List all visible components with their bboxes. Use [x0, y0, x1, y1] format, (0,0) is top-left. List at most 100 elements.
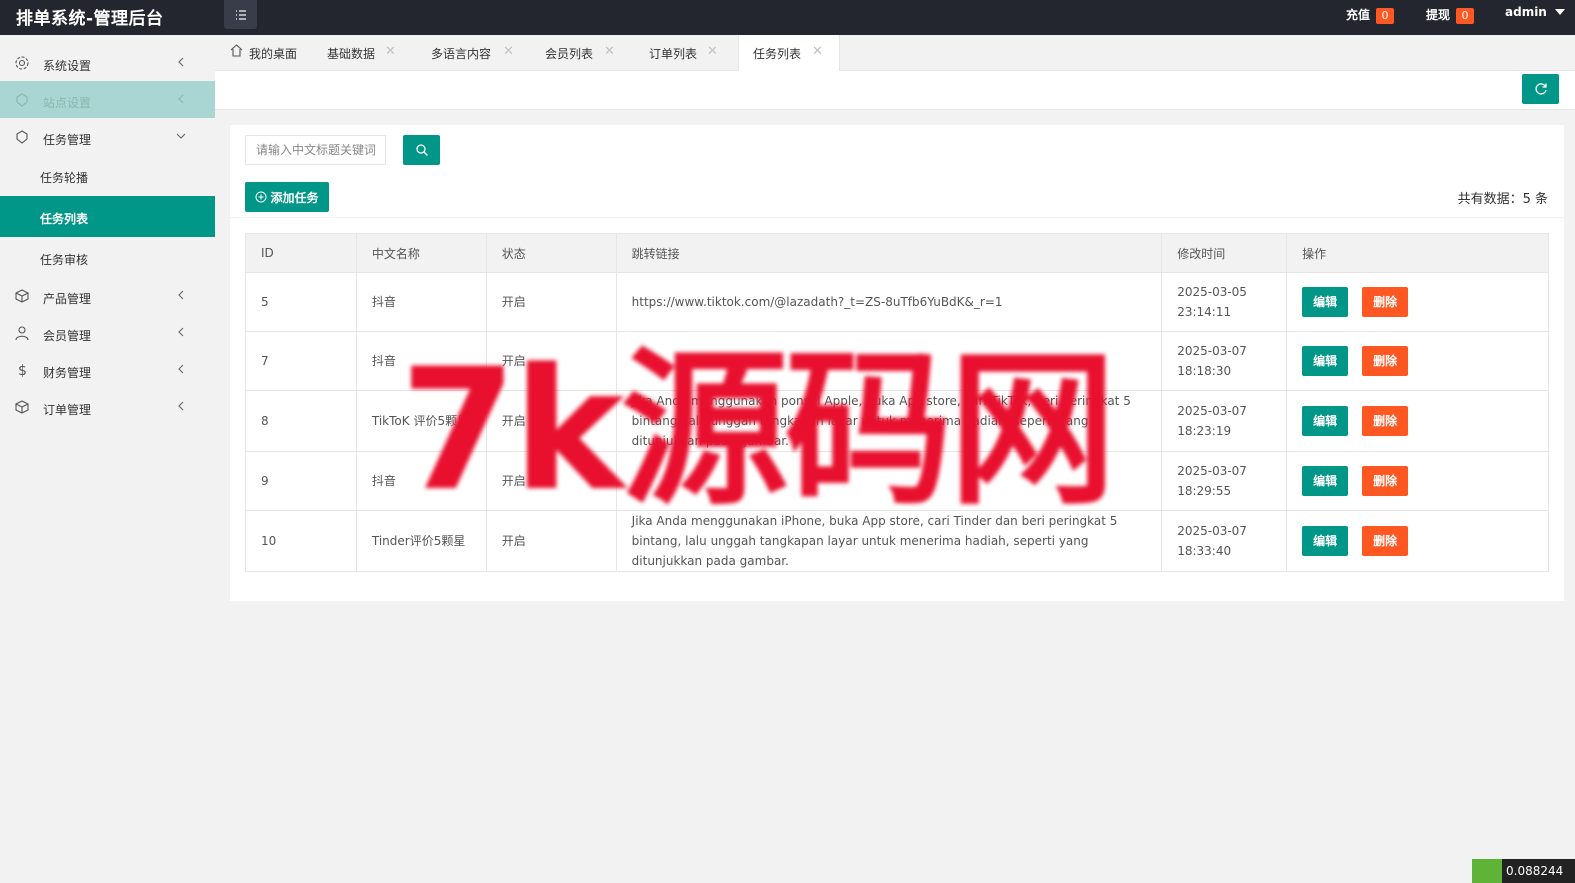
sidebar-item-label: 产品管理: [43, 292, 92, 306]
sidebar-item-order-management[interactable]: 订单管理: [0, 388, 215, 425]
chevron-left-icon: [178, 94, 184, 104]
add-task-button[interactable]: 添加任务: [245, 182, 329, 212]
column-header: ID: [245, 233, 357, 273]
tab-task-list[interactable]: 任务列表 ✕: [738, 35, 840, 72]
close-icon[interactable]: ✕: [503, 44, 514, 59]
page-toolbar: [215, 71, 1575, 110]
close-icon[interactable]: ✕: [812, 44, 823, 59]
debug-value: 0.088244: [1506, 864, 1564, 878]
sidebar-sub-label: 任务审核: [40, 253, 89, 267]
cell-name: TikToK 评价5颗星: [355, 390, 487, 452]
cube-icon: [15, 289, 29, 303]
withdraw-link[interactable]: 提现 0: [1426, 5, 1475, 24]
app-title: 排单系统-管理后台: [16, 9, 164, 29]
table-row: 7 抖音 开启 2025-03-07 18:18:30 编辑 删除: [245, 331, 1549, 391]
cell-name: 抖音: [355, 451, 487, 511]
tab-label: 订单列表: [649, 47, 698, 61]
total-count: 共有数据：5 条: [1457, 192, 1548, 207]
delete-button[interactable]: 删除: [1362, 526, 1409, 556]
sidebar-item-task-management[interactable]: 任务管理: [0, 118, 215, 155]
sidebar: 系统设置 站点设置 任务管理 任务轮播 任务列表 任务审核 产品管理 会员管理 …: [0, 35, 215, 883]
edit-button[interactable]: 编辑: [1302, 406, 1349, 436]
sidebar-item-label: 站点设置: [43, 96, 92, 110]
cell-status: 开启: [485, 331, 617, 391]
user-menu[interactable]: admin: [1505, 5, 1565, 19]
home-icon: [230, 44, 243, 57]
cell-link: [615, 451, 1163, 511]
cell-actions: 编辑 删除: [1286, 510, 1549, 572]
edit-button[interactable]: 编辑: [1302, 287, 1349, 317]
task-table: ID 中文名称 状态 跳转链接 修改时间 操作 5 抖音 开启 https://…: [245, 233, 1549, 572]
sidebar-sub-task-review[interactable]: 任务审核: [0, 237, 215, 278]
tab-label: 任务列表: [753, 47, 802, 61]
shield-icon: [16, 93, 28, 107]
close-icon[interactable]: ✕: [707, 44, 718, 59]
chevron-left-icon: [178, 57, 184, 67]
sidebar-item-member-management[interactable]: 会员管理: [0, 314, 215, 351]
dollar-icon: $: [18, 363, 27, 378]
search-input[interactable]: [245, 135, 386, 165]
edit-button[interactable]: 编辑: [1302, 466, 1349, 496]
chevron-left-icon: [178, 364, 184, 374]
edit-button[interactable]: 编辑: [1302, 346, 1349, 376]
add-task-label: 添加任务: [270, 190, 319, 205]
cell-time: 2025-03-07 18:18:30: [1161, 331, 1288, 391]
cell-id: 8: [245, 390, 357, 452]
content-card: 添加任务 共有数据：5 条 ID 中文名称 状态 跳转链接 修改时间 操作 5 …: [230, 125, 1564, 601]
edit-button[interactable]: 编辑: [1302, 526, 1349, 556]
tab-label: 基础数据: [327, 47, 376, 61]
cube-icon: [15, 400, 29, 414]
tab-multilang[interactable]: 多语言内容 ✕: [418, 35, 531, 71]
column-header: 操作: [1286, 233, 1549, 273]
divider: [230, 217, 1564, 218]
leaf-icon: [1472, 859, 1502, 883]
recharge-link[interactable]: 充值 0: [1346, 5, 1395, 24]
sidebar-item-site-settings[interactable]: 站点设置: [0, 81, 215, 118]
sidebar-item-finance-management[interactable]: $ 财务管理: [0, 351, 215, 388]
column-header: 中文名称: [355, 233, 487, 273]
refresh-button[interactable]: [1522, 74, 1559, 104]
delete-button[interactable]: 删除: [1362, 287, 1409, 317]
top-header: 排单系统-管理后台 充值 0 提现 0 admin: [0, 0, 1575, 35]
close-icon[interactable]: ✕: [385, 44, 396, 59]
search-icon: [415, 144, 428, 156]
tab-basic-data[interactable]: 基础数据 ✕: [315, 35, 418, 71]
search-button[interactable]: [403, 135, 440, 165]
sidebar-sub-task-list[interactable]: 任务列表: [0, 196, 215, 237]
chevron-left-icon: [178, 401, 184, 411]
table-row: 9 抖音 开启 2025-03-07 18:29:55 编辑 删除: [245, 451, 1549, 511]
cell-status: 开启: [485, 390, 617, 452]
tab-member-list[interactable]: 会员列表 ✕: [531, 35, 635, 71]
plus-circle-icon: [255, 191, 267, 203]
cell-id: 10: [245, 510, 357, 572]
table-row: 10 Tinder评价5颗星 开启 Jika Anda menggunakan …: [245, 510, 1549, 572]
close-icon[interactable]: ✕: [604, 44, 615, 59]
cell-id: 9: [245, 451, 357, 511]
sidebar-sub-label: 任务列表: [40, 212, 89, 226]
cell-actions: 编辑 删除: [1286, 390, 1549, 452]
sidebar-item-system-settings[interactable]: 系统设置: [0, 44, 215, 81]
caret-down-icon: [1554, 9, 1565, 15]
tab-desktop[interactable]: 我的桌面: [215, 35, 315, 71]
tab-order-list[interactable]: 订单列表 ✕: [635, 35, 738, 71]
cell-link: Jika Anda menggunakan ponsel Apple, buka…: [615, 390, 1163, 452]
tab-bar: 我的桌面 基础数据 ✕ 多语言内容 ✕ 会员列表 ✕ 订单列表 ✕ 任务列表 ✕: [215, 35, 1575, 72]
sidebar-sub-task-carousel[interactable]: 任务轮播: [0, 155, 215, 196]
delete-button[interactable]: 删除: [1362, 346, 1409, 376]
sidebar-item-product-management[interactable]: 产品管理: [0, 277, 215, 314]
user-icon: [15, 326, 29, 341]
menu-toggle-button[interactable]: [224, 0, 257, 29]
chevron-left-icon: [178, 327, 184, 337]
delete-button[interactable]: 删除: [1362, 406, 1409, 436]
cell-name: 抖音: [355, 272, 487, 332]
cell-time: 2025-03-07 18:33:40: [1161, 510, 1288, 572]
cell-link: [615, 331, 1163, 391]
sidebar-item-label: 会员管理: [43, 329, 92, 343]
recharge-label: 充值: [1346, 8, 1371, 22]
delete-button[interactable]: 删除: [1362, 466, 1409, 496]
column-header: 状态: [485, 233, 617, 273]
gear-icon: [15, 56, 29, 70]
column-header: 修改时间: [1161, 233, 1288, 273]
debug-badge: 0.088244: [1472, 859, 1575, 883]
list-icon: [235, 9, 246, 20]
